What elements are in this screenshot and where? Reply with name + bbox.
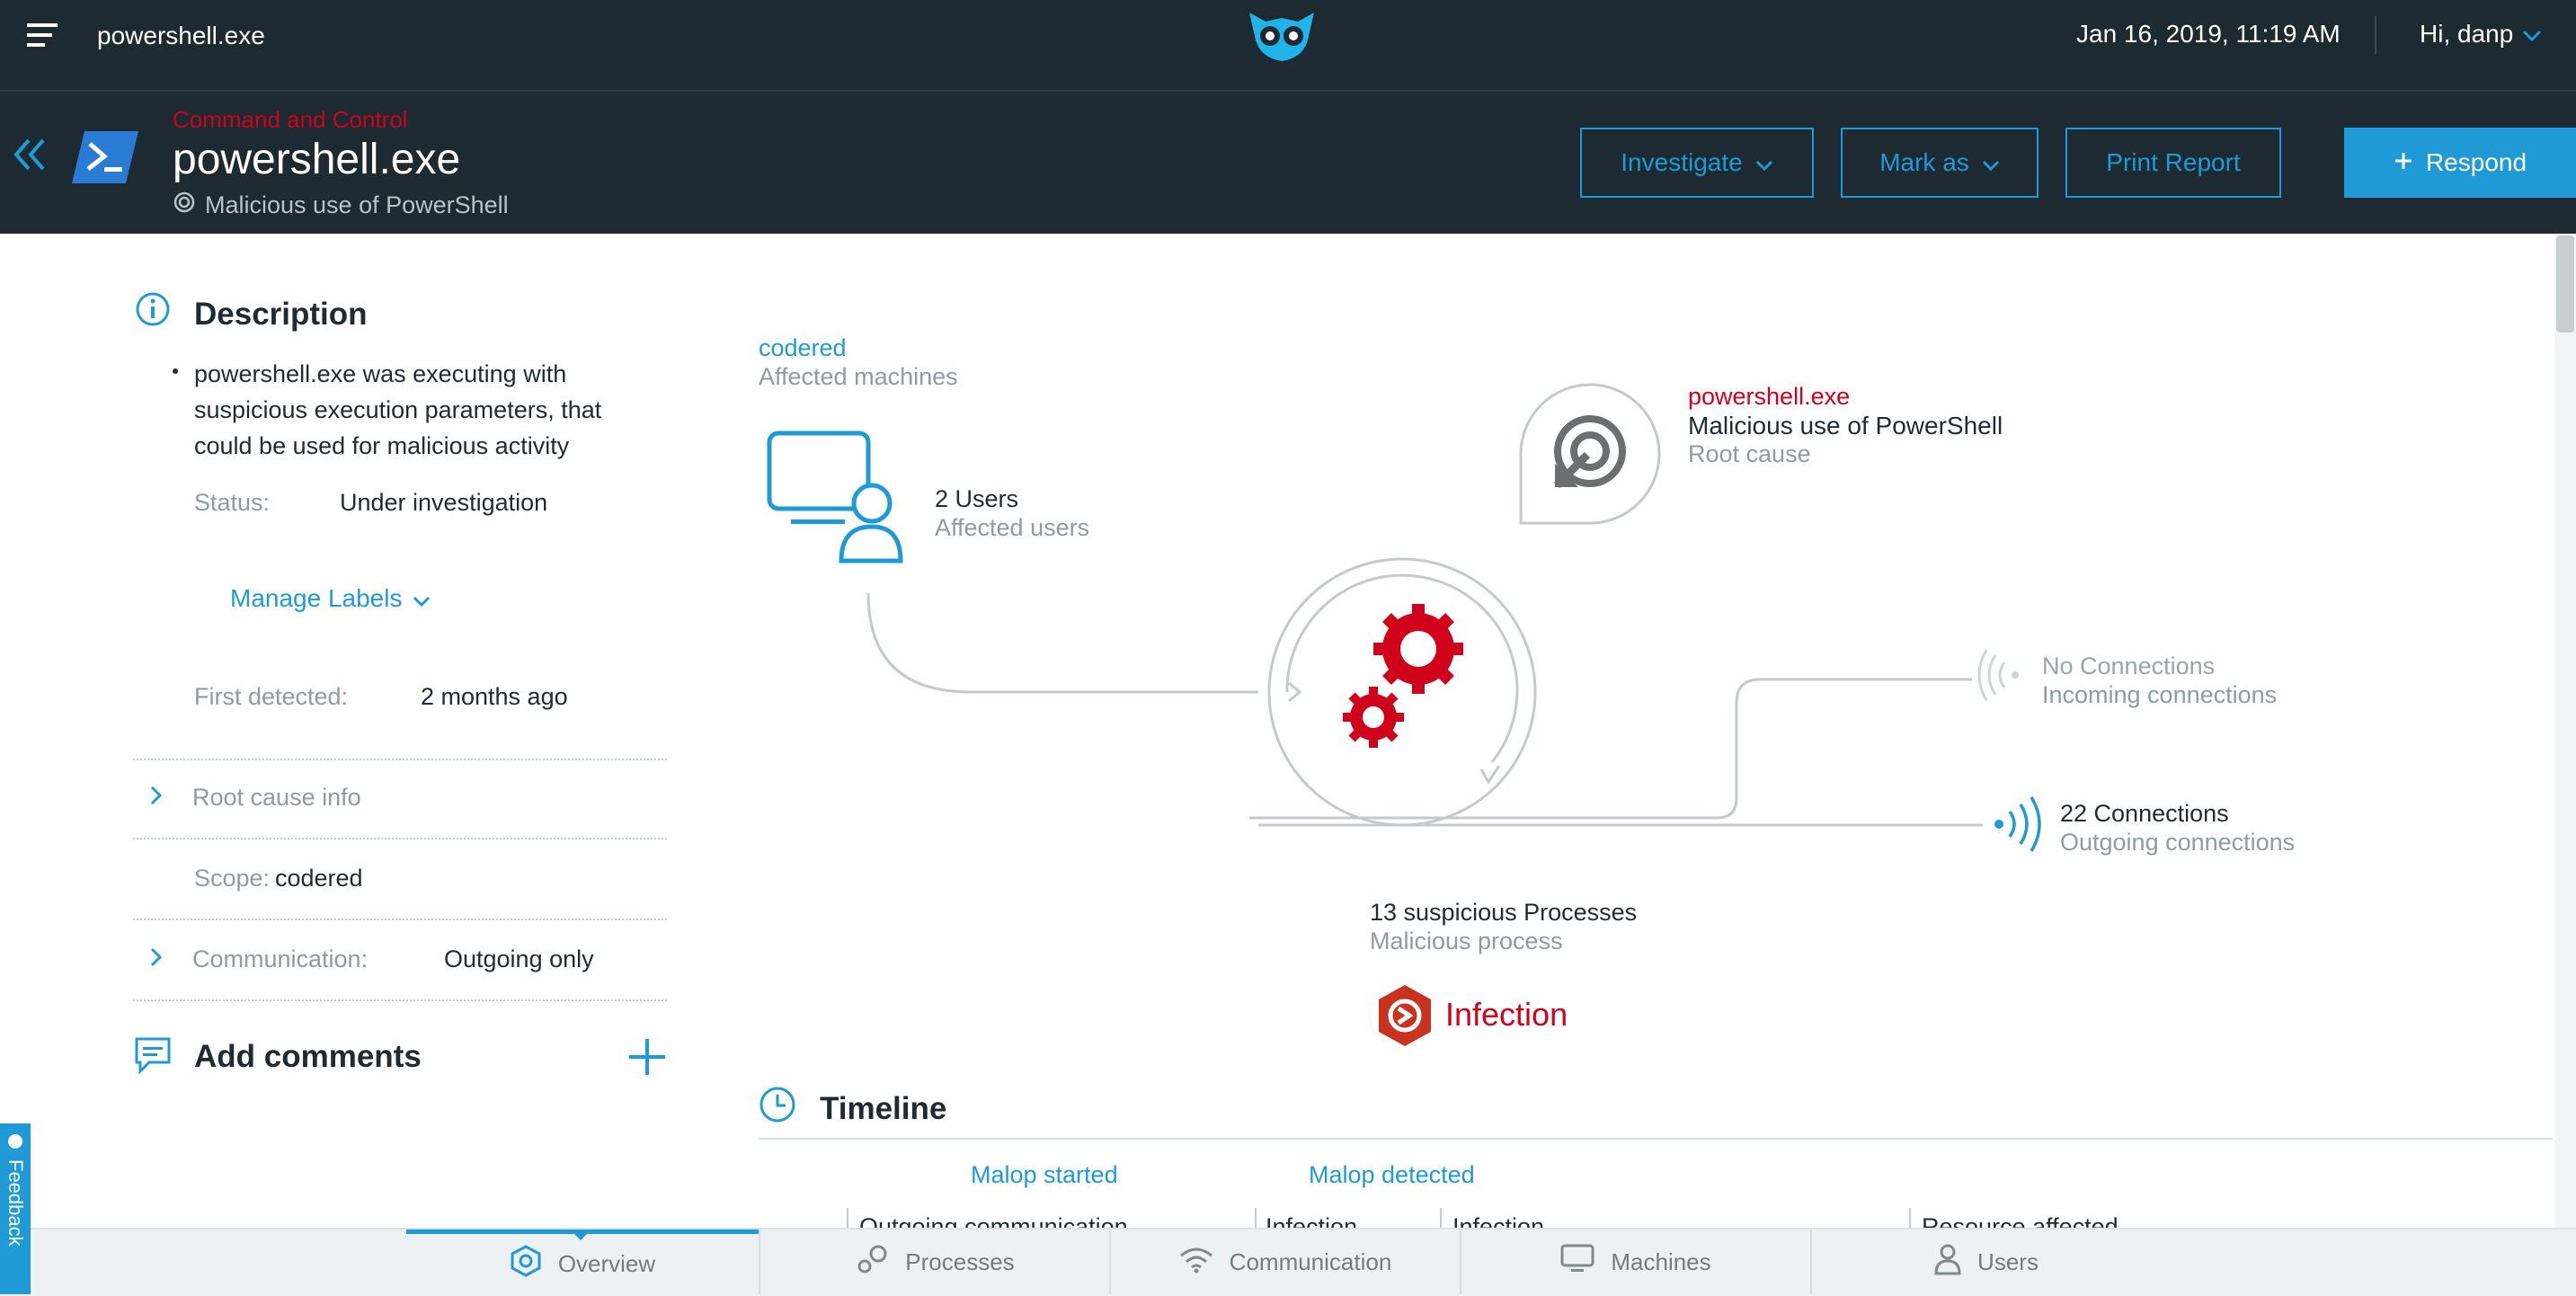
infection-label: Infection xyxy=(1445,996,1568,1033)
malop-diagram-lines xyxy=(866,557,1983,827)
scrollbar-thumb[interactable] xyxy=(2556,235,2574,333)
feedback-tab[interactable]: Feedback xyxy=(0,1123,31,1294)
user-icon xyxy=(1934,1243,1961,1282)
feedback-label: Feedback xyxy=(4,1159,27,1247)
outgoing-caption: Outgoing connections xyxy=(2060,829,2296,856)
monitor-icon xyxy=(1560,1244,1594,1281)
root-caption: Root cause xyxy=(1688,440,1811,467)
timeline-marker: Malop started xyxy=(971,1161,1118,1188)
tab-processes[interactable]: Processes xyxy=(759,1229,1109,1294)
users-count: 2 Users xyxy=(935,485,1019,512)
scrollbar-track[interactable] xyxy=(2554,234,2576,1229)
processes-caption: Malicious process xyxy=(1370,928,1563,954)
outgoing-count: 22 Connections xyxy=(2060,800,2229,827)
incoming-count: No Connections xyxy=(2042,652,2216,679)
machine-name-link[interactable]: codered xyxy=(759,334,847,362)
process-gears-icon xyxy=(1339,597,1474,763)
tab-machines[interactable]: Machines xyxy=(1460,1229,1810,1294)
overview-icon xyxy=(510,1245,542,1283)
wifi-icon xyxy=(1179,1245,1213,1280)
root-description: Malicious use of PowerShell xyxy=(1688,412,2003,439)
tab-machines-label: Machines xyxy=(1611,1247,1711,1275)
tab-communication[interactable]: Communication xyxy=(1109,1229,1460,1294)
timeline-marker: Malop detected xyxy=(1309,1161,1475,1188)
tab-overview-label: Overview xyxy=(557,1250,656,1277)
infection-icon xyxy=(1373,983,1436,1052)
machine-caption: Affected machines xyxy=(759,363,958,390)
timeline-heading: Timeline xyxy=(820,1091,947,1126)
processes-count: 13 suspicious Processes xyxy=(1370,899,1638,926)
tab-communication-label: Communication xyxy=(1229,1247,1392,1275)
tab-users-label: Users xyxy=(1977,1247,2039,1275)
incoming-caption: Incoming connections xyxy=(2042,681,2278,708)
root-cause-fingerprint-icon xyxy=(1517,381,1663,531)
timeline-rule xyxy=(759,1138,2553,1140)
users-caption: Affected users xyxy=(935,514,1090,541)
root-process-name[interactable]: powershell.exe xyxy=(1688,383,1850,411)
machine-user-icon xyxy=(766,430,910,569)
feedback-icon xyxy=(8,1134,22,1149)
outgoing-signal-icon xyxy=(1992,796,2046,857)
incoming-signal-icon xyxy=(1974,649,2022,706)
tab-users[interactable]: Users xyxy=(1810,1229,2161,1294)
tab-processes-label: Processes xyxy=(905,1247,1015,1275)
clock-icon xyxy=(759,1086,796,1128)
processes-gear-icon xyxy=(855,1243,889,1282)
active-tab-pointer xyxy=(570,1229,591,1240)
